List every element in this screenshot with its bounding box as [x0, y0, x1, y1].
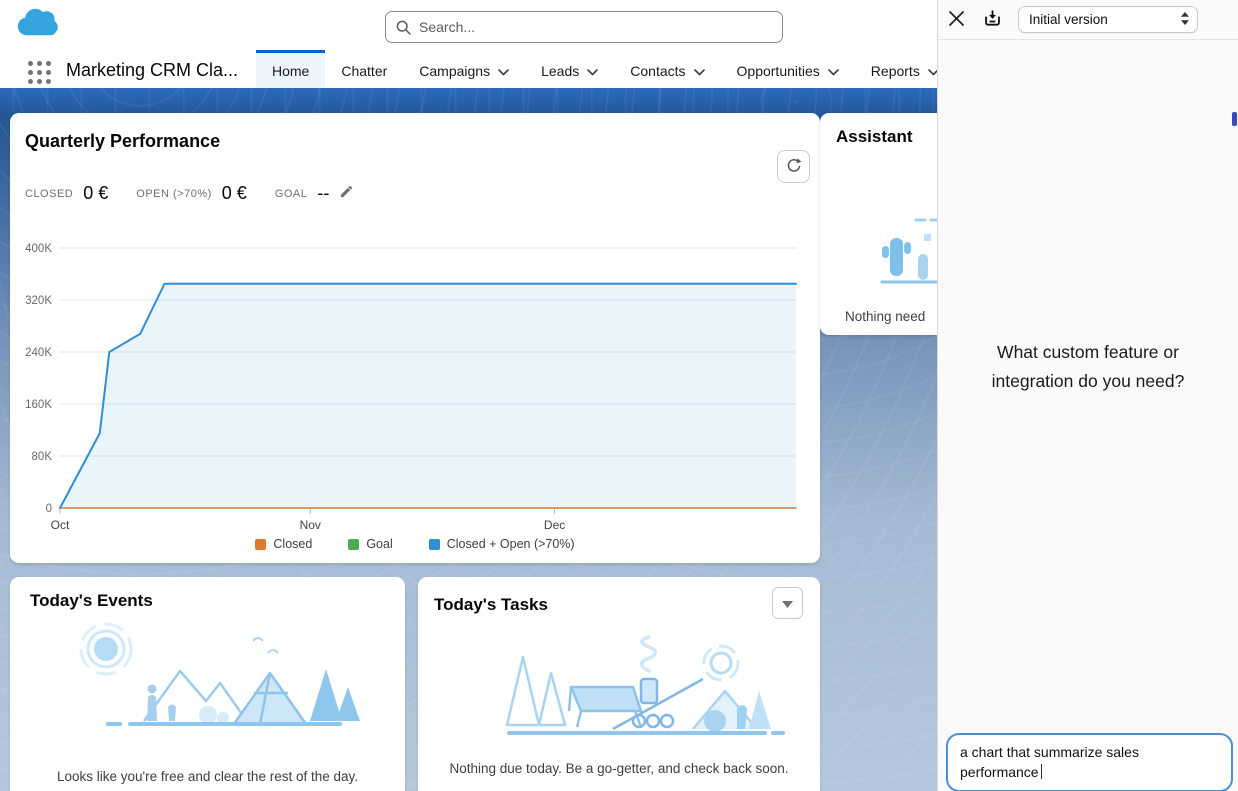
edit-goal-button[interactable] [339, 184, 354, 204]
dashboard-background: Quarterly Performance CLOSED0 €OPEN (>70… [0, 88, 937, 791]
kpi-value: 0 € [222, 183, 247, 204]
nav-tab-label: Campaigns [419, 63, 490, 79]
todays-events-card: Today's Events Looks like you're fre [10, 577, 405, 791]
tasks-menu-button[interactable] [772, 587, 803, 619]
legend-item[interactable]: Closed [255, 537, 312, 551]
kpi-closed: CLOSED 0 € [25, 183, 108, 204]
legend-label: Closed [273, 537, 312, 551]
kpi-row: CLOSED 0 € OPEN (>70%) 0 € GOAL -- [25, 183, 354, 204]
todays-events-title: Today's Events [30, 591, 153, 611]
panel-scrollbar-thumb[interactable] [1232, 112, 1237, 126]
screen: Quarterly Performance CLOSED0 €OPEN (>70… [0, 0, 1238, 791]
todays-tasks-title: Today's Tasks [434, 595, 548, 615]
nav-tab-label: Home [272, 63, 309, 79]
dropdown-triangle-icon [782, 596, 793, 611]
builder-side-panel: Initial version What custom feature or i… [937, 0, 1238, 791]
nav-tab-label: Chatter [341, 63, 387, 79]
salesforce-cloud-logo [13, 6, 61, 47]
campfire-illustration [453, 617, 793, 752]
refresh-icon [785, 157, 802, 177]
chevron-down-icon [498, 63, 509, 79]
legend-label: Goal [366, 537, 392, 551]
kpi-label: CLOSED [25, 188, 73, 200]
search-input[interactable] [419, 19, 772, 35]
nav-tab-label: Opportunities [737, 63, 820, 79]
panel-question: What custom feature or integration do yo… [938, 338, 1238, 396]
refresh-button[interactable] [777, 150, 810, 183]
install-button[interactable] [981, 7, 1004, 33]
tasks-empty-text: Nothing due today. Be a go-getter, and c… [418, 761, 820, 776]
nav-tab-contacts[interactable]: Contacts [614, 50, 720, 88]
app-name: Marketing CRM Cla... [66, 60, 238, 81]
global-search[interactable] [385, 11, 783, 43]
svg-text:320K: 320K [25, 295, 52, 307]
text-cursor [1041, 764, 1042, 779]
main-nav: Home Chatter Campaigns Leads Contacts Opportu… [256, 50, 955, 88]
chevron-down-icon [587, 63, 598, 79]
quarterly-performance-card: Quarterly Performance CLOSED0 €OPEN (>70… [10, 113, 820, 563]
kpi-goal: GOAL -- [275, 183, 355, 204]
chevron-down-icon [828, 63, 839, 79]
feature-request-input[interactable]: a chart that summarize sales performance [946, 733, 1233, 791]
kpi-open-70-: OPEN (>70%) 0 € [136, 183, 247, 204]
kpi-label: OPEN (>70%) [136, 188, 212, 200]
chevron-down-icon [694, 63, 705, 79]
legend-item[interactable]: Closed + Open (>70%) [429, 537, 575, 551]
pencil-icon [339, 184, 354, 204]
chart-legend: Closed Goal Closed + Open (>70%) [10, 537, 820, 551]
svg-text:240K: 240K [25, 347, 52, 359]
svg-text:160K: 160K [25, 399, 52, 411]
quarterly-performance-title: Quarterly Performance [25, 131, 220, 152]
nav-tab-home[interactable]: Home [256, 50, 325, 88]
panel-toolbar: Initial version [938, 0, 1238, 40]
app-launcher-icon[interactable] [28, 61, 52, 85]
svg-text:0: 0 [46, 503, 52, 515]
assistant-title: Assistant [836, 127, 913, 147]
todays-tasks-card: Today's Tasks [418, 577, 820, 791]
legend-label: Closed + Open (>70%) [447, 537, 575, 551]
close-icon [948, 10, 965, 30]
kpi-value: -- [317, 183, 329, 204]
svg-text:Nov: Nov [300, 518, 321, 531]
close-button[interactable] [946, 8, 967, 32]
version-select-value: Initial version [1029, 12, 1108, 27]
legend-swatch [348, 539, 359, 550]
feature-request-text: a chart that summarize sales performance [960, 744, 1139, 780]
svg-text:400K: 400K [25, 243, 52, 255]
legend-swatch [429, 539, 440, 550]
nav-tab-label: Reports [871, 63, 920, 79]
legend-item[interactable]: Goal [348, 537, 392, 551]
kpi-label: GOAL [275, 188, 308, 200]
nav-tab-opportunities[interactable]: Opportunities [721, 50, 855, 88]
legend-swatch [255, 539, 266, 550]
svg-text:Dec: Dec [544, 518, 565, 531]
nav-tab-chatter[interactable]: Chatter [325, 50, 403, 88]
camping-illustration [48, 609, 368, 759]
svg-text:80K: 80K [32, 451, 53, 463]
nav-tab-campaigns[interactable]: Campaigns [403, 50, 525, 88]
events-empty-text: Looks like you're free and clear the res… [10, 769, 405, 784]
quarterly-chart-svg: 0 80K 160K 240K 320K 400K Oct Nov Dec [10, 231, 820, 531]
global-header: Marketing CRM Cla... Home Chatter Campaign… [0, 0, 937, 88]
search-icon [396, 20, 411, 35]
select-arrows-icon [1181, 12, 1189, 28]
nav-tab-label: Leads [541, 63, 579, 79]
assistant-empty-text: Nothing need [845, 309, 925, 324]
nav-tab-leads[interactable]: Leads [525, 50, 614, 88]
version-select[interactable]: Initial version [1018, 6, 1198, 33]
install-icon [983, 9, 1002, 31]
svg-text:Oct: Oct [51, 518, 70, 531]
nav-tab-label: Contacts [630, 63, 685, 79]
kpi-value: 0 € [83, 183, 108, 204]
